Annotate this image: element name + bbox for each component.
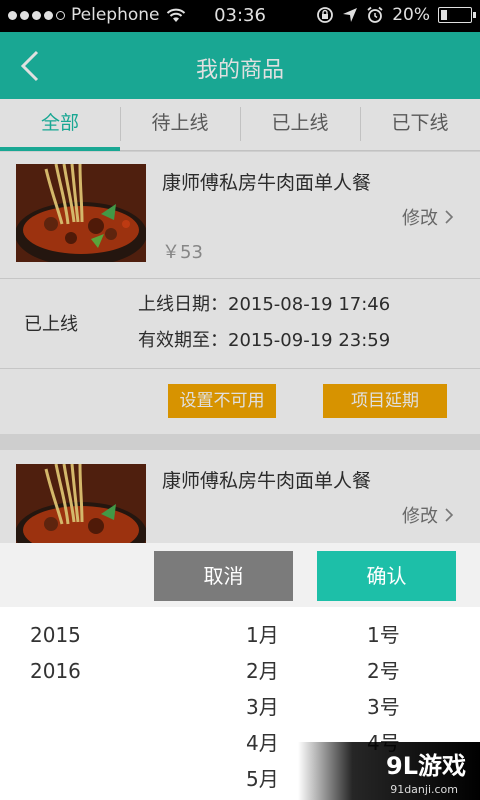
modal-dim-overlay[interactable] — [0, 0, 480, 543]
year-option[interactable]: 2015 — [30, 617, 81, 653]
month-option[interactable]: 1月 — [246, 617, 279, 653]
day-option[interactable]: 1号 — [367, 617, 400, 653]
day-option[interactable]: 2号 — [367, 653, 400, 689]
year-wheel[interactable]: 2015 2016 — [30, 617, 81, 689]
month-option[interactable]: 2月 — [246, 653, 279, 689]
day-option[interactable]: 3号 — [367, 689, 400, 725]
month-option[interactable]: 3月 — [246, 689, 279, 725]
watermark-logo: 9L游戏 — [386, 752, 466, 780]
confirm-button[interactable]: 确认 — [317, 551, 456, 601]
cancel-button[interactable]: 取消 — [154, 551, 293, 601]
watermark: 9L游戏 91danji.com — [298, 742, 480, 800]
month-wheel[interactable]: 1月 2月 3月 4月 5月 — [246, 617, 279, 797]
picker-toolbar: 取消 确认 — [0, 543, 480, 607]
month-option[interactable]: 5月 — [246, 761, 279, 797]
year-option[interactable]: 2016 — [30, 653, 81, 689]
day-wheel[interactable]: 1号 2号 3号 4号 — [367, 617, 400, 761]
watermark-url: 91danji.com — [390, 783, 458, 796]
month-option[interactable]: 4月 — [246, 725, 279, 761]
